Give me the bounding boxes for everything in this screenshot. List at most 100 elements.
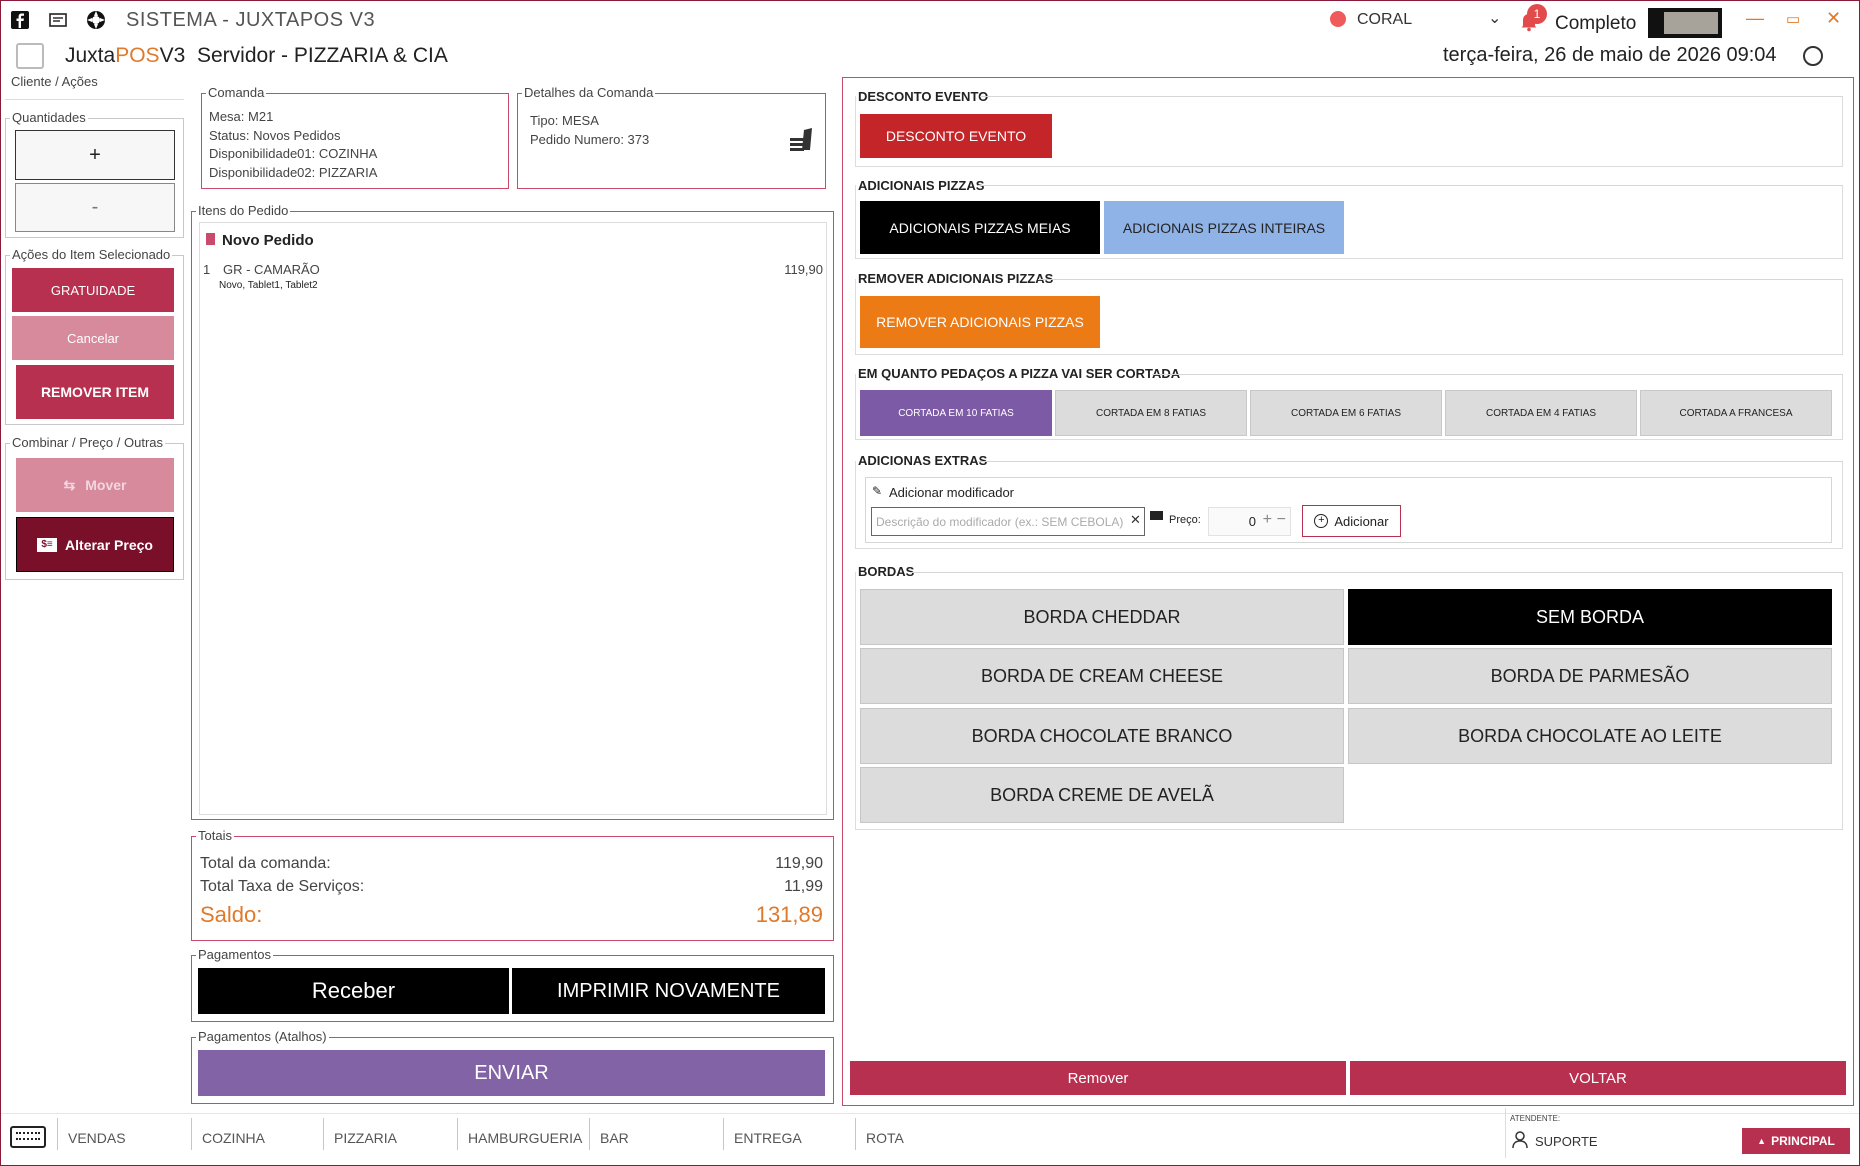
atendente-divider xyxy=(1505,1108,1506,1158)
borda-parmesao-button[interactable]: BORDA DE PARMESÃO xyxy=(1348,648,1832,704)
cortada-francesa-button[interactable]: CORTADA A FRANCESA xyxy=(1640,390,1832,436)
title-bar: SISTEMA - JUXTAPOS V3 CORAL ⌄ 1 Completo… xyxy=(0,0,1860,40)
order-header: Novo Pedido xyxy=(222,232,314,249)
card-icon xyxy=(1150,511,1163,520)
tab-rota[interactable]: ROTA xyxy=(855,1118,904,1150)
borda-creme-avela-button[interactable]: BORDA CREME DE AVELÃ xyxy=(860,767,1344,823)
notification-badge: 1 xyxy=(1527,4,1547,24)
sem-borda-button[interactable]: SEM BORDA xyxy=(1348,589,1832,645)
remover-adicionais-button[interactable]: REMOVER ADICIONAIS PIZZAS xyxy=(860,296,1100,348)
adicionais-rule xyxy=(978,185,1843,186)
borda-chocolate-leite-button[interactable]: BORDA CHOCOLATE AO LEITE xyxy=(1348,708,1832,764)
chevron-down-icon[interactable]: ⌄ xyxy=(1488,8,1501,28)
tab-cozinha[interactable]: COZINHA xyxy=(191,1118,265,1150)
add-circle-icon: + xyxy=(1314,514,1329,528)
item-tags: Novo, Tablet1, Tablet2 xyxy=(219,280,318,291)
preco-stepper[interactable]: 0 + − xyxy=(1208,507,1291,536)
atendente-name: SUPORTE xyxy=(1535,1134,1598,1149)
desconto-evento-button[interactable]: DESCONTO EVENTO xyxy=(860,114,1052,158)
pagamentos-legend: Pagamentos xyxy=(196,947,273,962)
adicionais-meias-button[interactable]: ADICIONAIS PIZZAS MEIAS xyxy=(860,201,1100,254)
remover-button[interactable]: Remover xyxy=(850,1061,1346,1095)
chevron-up-icon: ▲ xyxy=(1757,1136,1767,1146)
desconto-rule xyxy=(980,96,1843,97)
minus-icon[interactable]: − xyxy=(1277,511,1286,529)
order-list xyxy=(199,222,827,815)
totais-legend: Totais xyxy=(196,828,234,843)
clock-icon[interactable] xyxy=(1803,46,1823,66)
clear-input-icon[interactable]: ✕ xyxy=(1130,512,1141,528)
user-icon xyxy=(1512,1131,1528,1152)
increase-quantity-button[interactable]: + xyxy=(15,130,175,180)
comanda-status: Status: Novos Pedidos xyxy=(209,127,341,143)
combinar-legend: Combinar / Preço / Outras xyxy=(10,435,165,450)
mode-toggle-knob xyxy=(1664,12,1718,34)
tab-entrega[interactable]: ENTREGA xyxy=(723,1118,802,1150)
modificador-input[interactable] xyxy=(871,507,1145,536)
message-icon[interactable] xyxy=(46,8,70,32)
comanda-details: Mesa: M21 Status: Novos Pedidos Disponib… xyxy=(209,108,377,182)
tab-vendas[interactable]: VENDAS xyxy=(57,1118,126,1150)
support-lifebuoy-icon[interactable] xyxy=(84,8,108,32)
receber-button[interactable]: Receber xyxy=(198,968,509,1014)
server-title: Servidor - PIZZARIA & CIA xyxy=(197,44,448,67)
item-name: GR - CAMARÃO xyxy=(223,262,320,277)
detalhes-group: Detalhes da Comanda Tipo: MESA Pedido Nu… xyxy=(517,85,826,189)
minimize-icon[interactable]: — xyxy=(1746,8,1764,29)
cortada-10-fatias-button[interactable]: CORTADA EM 10 FATIAS xyxy=(860,390,1052,436)
datetime: terça-feira, 26 de maio de 2026 09:04 xyxy=(1443,44,1777,66)
plus-icon[interactable]: + xyxy=(1263,511,1272,529)
cortada-8-fatias-button[interactable]: CORTADA EM 8 FATIAS xyxy=(1055,390,1247,436)
tab-pizzaria[interactable]: PIZZARIA xyxy=(323,1118,397,1150)
extras-rule xyxy=(978,461,1843,462)
borda-cream-cheese-button[interactable]: BORDA DE CREAM CHEESE xyxy=(860,648,1344,704)
bordas-rule xyxy=(910,572,1843,573)
principal-label: PRINCIPAL xyxy=(1771,1134,1835,1148)
principal-button[interactable]: ▲ PRINCIPAL xyxy=(1742,1128,1850,1154)
acoes-legend: Ações do Item Selecionado xyxy=(10,247,173,262)
decrease-quantity-button[interactable]: - xyxy=(15,183,175,232)
cortada-4-fatias-button[interactable]: CORTADA EM 4 FATIAS xyxy=(1445,390,1637,436)
keyboard-icon[interactable] xyxy=(10,1126,46,1148)
borda-cheddar-button[interactable]: BORDA CHEDDAR xyxy=(860,589,1344,645)
alterar-preco-button[interactable]: $≡ Alterar Preço xyxy=(16,517,174,572)
preco-label: Preço: xyxy=(1169,514,1201,526)
cancelar-button[interactable]: Cancelar xyxy=(12,316,174,360)
enviar-button[interactable]: ENVIAR xyxy=(198,1050,825,1096)
swap-arrows-icon: ⇆ xyxy=(63,476,76,493)
voltar-button[interactable]: VOLTAR xyxy=(1350,1061,1846,1095)
adicionais-inteiras-button[interactable]: ADICIONAIS PIZZAS INTEIRAS xyxy=(1104,201,1344,254)
gratuidade-button[interactable]: GRATUIDADE xyxy=(12,268,174,312)
table-row[interactable]: 1 GR - CAMARÃO 119,90 Novo, Tablet1, Tab… xyxy=(203,260,823,294)
taxa-label: Total Taxa de Serviços: xyxy=(200,878,365,895)
borda-chocolate-branco-button[interactable]: BORDA CHOCOLATE BRANCO xyxy=(860,708,1344,764)
imprimir-novamente-button[interactable]: IMPRIMIR NOVAMENTE xyxy=(512,968,825,1014)
maximize-icon[interactable]: ▭ xyxy=(1786,10,1800,28)
food-drink-icon xyxy=(788,126,816,155)
itens-legend: Itens do Pedido xyxy=(196,203,291,218)
mover-button[interactable]: ⇆ Mover xyxy=(16,458,174,512)
tab-bar[interactable]: BAR xyxy=(589,1118,629,1150)
pencil-icon: ✎ xyxy=(872,484,883,498)
location-label: CORAL xyxy=(1357,11,1413,28)
tab-hamburgueria[interactable]: HAMBURGUERIA xyxy=(457,1118,582,1150)
alterar-preco-label: Alterar Preço xyxy=(65,536,153,553)
adicionar-button[interactable]: + Adicionar xyxy=(1302,505,1401,537)
status-dot xyxy=(1330,11,1346,27)
mover-label: Mover xyxy=(85,477,127,493)
window-title: SISTEMA - JUXTAPOS V3 xyxy=(126,9,376,31)
preco-value: 0 xyxy=(1248,514,1256,529)
bottom-divider xyxy=(0,1113,1860,1114)
atalhos-legend: Pagamentos (Atalhos) xyxy=(196,1029,329,1044)
comanda-legend: Comanda xyxy=(206,85,267,100)
detalhes-pedido: Pedido Numero: 373 xyxy=(530,131,650,147)
cortada-6-fatias-button[interactable]: CORTADA EM 6 FATIAS xyxy=(1250,390,1442,436)
total-value: 119,90 xyxy=(775,855,823,872)
close-icon[interactable]: ✕ xyxy=(1826,8,1841,29)
remover-item-button[interactable]: REMOVER ITEM xyxy=(16,365,174,419)
facebook-icon[interactable] xyxy=(8,8,32,32)
saldo-value: 131,89 xyxy=(755,902,823,927)
item-price: 119,90 xyxy=(784,262,823,277)
detalhes-tipo: Tipo: MESA xyxy=(530,113,599,128)
price-tag-icon: $≡ xyxy=(37,537,58,552)
